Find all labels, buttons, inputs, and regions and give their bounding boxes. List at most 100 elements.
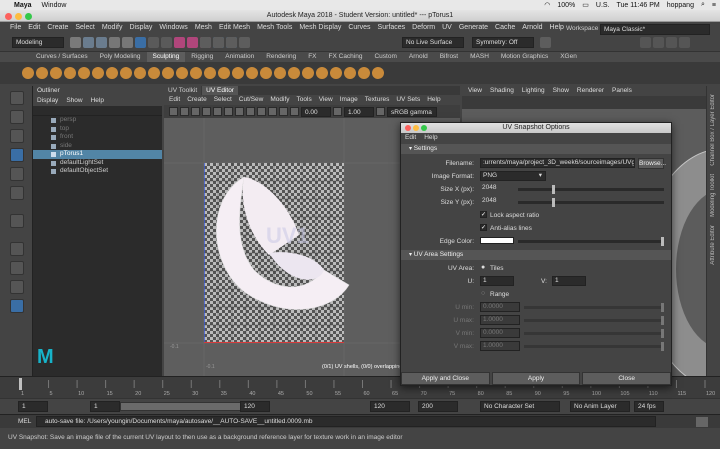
script-language-label[interactable]: MEL (18, 418, 31, 425)
dialog-menu-help[interactable]: Help (424, 133, 437, 142)
uv-tool-icon[interactable] (246, 107, 255, 116)
slider-handle[interactable] (661, 237, 664, 246)
menu-cache[interactable]: Cache (495, 24, 515, 31)
channel-box-icon[interactable] (679, 37, 690, 48)
outliner-item-ptorus1[interactable]: pTorus1 (33, 150, 162, 159)
uv-layout-icon[interactable] (10, 299, 24, 313)
menu-list-icon[interactable]: ≡ (712, 2, 716, 9)
outliner-item-side[interactable]: side (33, 142, 162, 151)
uv-tool-icon[interactable] (213, 107, 222, 116)
mask-tool-icon[interactable] (274, 67, 286, 79)
sign-in-icon[interactable] (540, 37, 551, 48)
shelf-tab-poly-modeling[interactable]: Poly Modeling (94, 52, 147, 62)
shelf-tab-fx[interactable]: FX (302, 52, 322, 62)
lasso-tool-icon[interactable] (10, 110, 24, 124)
new-scene-icon[interactable] (70, 37, 81, 48)
erase-tool-icon[interactable] (288, 67, 300, 79)
mode-dropdown[interactable]: Modeling (12, 37, 64, 48)
snap-curve-icon[interactable] (187, 37, 198, 48)
outliner-item-defaultlightset[interactable]: defaultLightSet (33, 159, 162, 168)
browse-button[interactable]: Browse... (638, 158, 666, 169)
v-field[interactable]: 1 (552, 276, 586, 286)
character-set-dropdown[interactable]: No Character Set (480, 401, 560, 412)
flatten-tool-icon[interactable] (92, 67, 104, 79)
clock[interactable]: Tue 11:46 PM (617, 2, 660, 9)
uv-menu-cut-sew[interactable]: Cut/Sew (239, 95, 264, 105)
menu-create[interactable]: Create (47, 24, 68, 31)
uv-menu-select[interactable]: Select (214, 95, 232, 105)
imprint-tool-icon[interactable] (148, 67, 160, 79)
menu-window[interactable]: Window (42, 2, 67, 9)
shelf-tab-motion-graphics[interactable]: Motion Graphics (495, 52, 554, 62)
menu-file[interactable]: File (10, 24, 21, 31)
apply-and-close-button[interactable]: Apply and Close (401, 372, 490, 385)
lock-icon[interactable] (200, 37, 211, 48)
scrape-tool-icon[interactable] (176, 67, 188, 79)
menu-surfaces[interactable]: Surfaces (378, 24, 406, 31)
v-max-field[interactable]: 1.0000 (480, 341, 520, 351)
last-tool-icon[interactable] (10, 214, 24, 228)
slider-handle[interactable] (661, 316, 664, 325)
uv-tool-icon[interactable] (268, 107, 277, 116)
uv-menu-tools[interactable]: Tools (297, 95, 312, 105)
v-max-slider[interactable] (524, 342, 664, 351)
paint-select-tool-icon[interactable] (10, 129, 24, 143)
uv-tool-icon[interactable] (169, 107, 178, 116)
shelf-tab-curves[interactable]: Curves / Surfaces (30, 52, 94, 62)
size-y-slider[interactable] (518, 198, 664, 207)
search-icon[interactable]: ⌕ (701, 1, 705, 9)
tab-uv-editor[interactable]: UV Editor (202, 86, 238, 95)
shelf-tab-fx-caching[interactable]: FX Caching (323, 52, 369, 62)
bulge-tool-icon[interactable] (232, 67, 244, 79)
relax-tool-icon[interactable] (50, 67, 62, 79)
uv-menu-create[interactable]: Create (187, 95, 207, 105)
u-max-slider[interactable] (524, 316, 664, 325)
outliner-item-persp[interactable]: persp (33, 116, 162, 125)
rotate-tool-icon[interactable] (10, 167, 24, 181)
undo-icon[interactable] (109, 37, 120, 48)
colorspace-dropdown[interactable]: sRGB gamma (387, 106, 437, 117)
repeat-tool-icon[interactable] (134, 67, 146, 79)
wifi-icon[interactable]: ◠ (544, 1, 550, 9)
start-time-field[interactable]: 1 (18, 401, 48, 412)
gamma-icon[interactable] (333, 107, 342, 116)
save-scene-icon[interactable] (96, 37, 107, 48)
four-view-icon[interactable] (10, 261, 24, 275)
u-max-field[interactable]: 1.0000 (480, 315, 520, 325)
uv-menu-uv-sets[interactable]: UV Sets (396, 95, 420, 105)
sculpt-tool-icon[interactable] (22, 67, 34, 79)
shelf-tab-xgen[interactable]: XGen (554, 52, 583, 62)
menu-deform[interactable]: Deform (412, 24, 435, 31)
slider-handle[interactable] (552, 198, 555, 207)
select-component-icon[interactable] (161, 37, 172, 48)
menu-windows[interactable]: Windows (159, 24, 187, 31)
viewport-menu-view[interactable]: View (468, 86, 482, 96)
lock-aspect-checkbox[interactable]: ✓ (480, 211, 487, 218)
freeze-tool-icon[interactable] (260, 67, 272, 79)
menu-mesh[interactable]: Mesh (195, 24, 212, 31)
outliner-search[interactable] (33, 106, 162, 116)
wax-tool-icon[interactable] (162, 67, 174, 79)
menu-help[interactable]: Help (550, 24, 564, 31)
uv-tool-icon[interactable] (191, 107, 200, 116)
smear-tool-icon[interactable] (218, 67, 230, 79)
user-name[interactable]: hoppang (667, 2, 694, 9)
light-icon[interactable] (239, 37, 250, 48)
shelf-tab-animation[interactable]: Animation (219, 52, 260, 62)
outliner-menu-show[interactable]: Show (66, 96, 82, 106)
foamy-tool-icon[interactable] (106, 67, 118, 79)
grab-tool-icon[interactable] (64, 67, 76, 79)
anim-end-field[interactable]: 200 (418, 401, 458, 412)
shelf-tab-sculpting[interactable]: Sculpting (146, 52, 186, 62)
menu-display[interactable]: Display (129, 24, 152, 31)
zoom-window-icon[interactable] (25, 13, 32, 20)
pattern-tool-icon[interactable] (358, 67, 370, 79)
shelf-tab-rendering[interactable]: Rendering (260, 52, 302, 62)
tab-modeling-toolkit[interactable]: Modeling Toolkit (710, 174, 716, 217)
uv-menu-edit[interactable]: Edit (169, 95, 180, 105)
uv-menu-textures[interactable]: Textures (365, 95, 390, 105)
workspace-dropdown[interactable]: Maya Classic* (600, 24, 710, 35)
menu-uv[interactable]: UV (442, 24, 452, 31)
command-output-field[interactable]: auto-save file: /Users/youngin/Documents… (36, 416, 656, 427)
dialog-minimize-icon[interactable] (413, 125, 419, 131)
